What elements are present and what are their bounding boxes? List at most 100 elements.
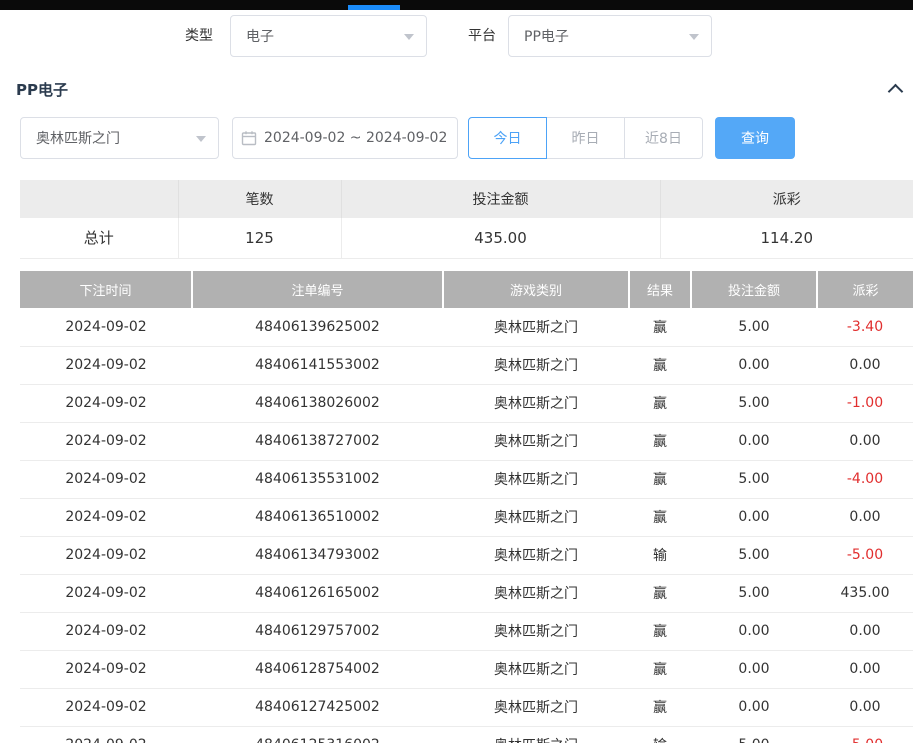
game-category-cell: 奥林匹斯之门 <box>443 688 629 726</box>
order-id-cell: 48406129757002 <box>192 612 443 650</box>
table-row: 2024-09-02 48406138727002 奥林匹斯之门 赢 0.00 … <box>20 422 913 460</box>
bet-time-cell: 2024-09-02 <box>20 460 192 498</box>
bet-amount-cell: 0.00 <box>691 688 817 726</box>
today-button[interactable]: 今日 <box>468 117 547 159</box>
payout-cell: 0.00 <box>817 688 913 726</box>
result-cell: 赢 <box>629 422 691 460</box>
payout-cell: 0.00 <box>817 612 913 650</box>
result-cell: 赢 <box>629 650 691 688</box>
result-cell: 赢 <box>629 498 691 536</box>
order-id-cell: 48406139625002 <box>192 308 443 346</box>
chevron-down-icon <box>196 136 206 142</box>
yesterday-button[interactable]: 昨日 <box>546 117 625 159</box>
game-category-cell: 奥林匹斯之门 <box>443 726 629 743</box>
type-label: 类型 <box>185 28 213 44</box>
result-cell: 赢 <box>629 574 691 612</box>
summary-corner-cell <box>20 180 178 218</box>
payout-cell: 0.00 <box>817 650 913 688</box>
platform-select-value: PP电子 <box>524 26 681 46</box>
game-category-cell: 奥林匹斯之门 <box>443 460 629 498</box>
table-row: 2024-09-02 48406128754002 奥林匹斯之门 赢 0.00 … <box>20 650 913 688</box>
bet-time-cell: 2024-09-02 <box>20 688 192 726</box>
date-range-input[interactable]: 2024-09-02 ~ 2024-09-02 <box>232 117 458 159</box>
table-row: 2024-09-02 48406138026002 奥林匹斯之门 赢 5.00 … <box>20 384 913 422</box>
summary-total-count: 125 <box>178 218 341 258</box>
result-cell: 输 <box>629 726 691 743</box>
bet-table: 下注时间 注单编号 游戏类别 结果 投注金额 派彩 2024-09-02 484… <box>20 271 913 743</box>
summary-col-payout: 派彩 <box>660 180 913 218</box>
bet-time-cell: 2024-09-02 <box>20 574 192 612</box>
bet-amount-cell: 5.00 <box>691 726 817 743</box>
game-select[interactable]: 奥林匹斯之门 <box>20 117 219 159</box>
summary-total-row: 总计 125 435.00 114.20 <box>20 218 913 258</box>
result-cell: 赢 <box>629 460 691 498</box>
order-id-cell: 48406138727002 <box>192 422 443 460</box>
bet-time-cell: 2024-09-02 <box>20 346 192 384</box>
payout-cell: -5.00 <box>817 726 913 743</box>
summary-total-label: 总计 <box>20 218 178 258</box>
bet-time-cell: 2024-09-02 <box>20 308 192 346</box>
result-cell: 赢 <box>629 384 691 422</box>
table-row: 2024-09-02 48406139625002 奥林匹斯之门 赢 5.00 … <box>20 308 913 346</box>
payout-cell: 0.00 <box>817 498 913 536</box>
order-id-cell: 48406126165002 <box>192 574 443 612</box>
bet-amount-cell: 5.00 <box>691 536 817 574</box>
payout-cell: -3.40 <box>817 308 913 346</box>
result-cell: 赢 <box>629 688 691 726</box>
bet-time-cell: 2024-09-02 <box>20 422 192 460</box>
order-id-cell: 48406134793002 <box>192 536 443 574</box>
bet-amount-cell: 5.00 <box>691 384 817 422</box>
type-select[interactable]: 电子 <box>230 15 427 57</box>
date-range-value: 2024-09-02 ~ 2024-09-02 <box>264 130 447 146</box>
payout-cell: 435.00 <box>817 574 913 612</box>
search-button[interactable]: 查询 <box>715 117 795 159</box>
order-id-cell: 48406127425002 <box>192 688 443 726</box>
order-id-cell: 48406125316002 <box>192 726 443 743</box>
result-cell: 输 <box>629 536 691 574</box>
game-category-cell: 奥林匹斯之门 <box>443 536 629 574</box>
col-header-bet-amount: 投注金额 <box>691 271 817 308</box>
bet-amount-cell: 0.00 <box>691 346 817 384</box>
game-select-value: 奥林匹斯之门 <box>36 128 188 148</box>
calendar-icon <box>241 130 257 146</box>
table-row: 2024-09-02 48406129757002 奥林匹斯之门 赢 0.00 … <box>20 612 913 650</box>
payout-cell: -1.00 <box>817 384 913 422</box>
result-cell: 赢 <box>629 612 691 650</box>
game-category-cell: 奥林匹斯之门 <box>443 574 629 612</box>
bet-amount-cell: 5.00 <box>691 308 817 346</box>
top-bar <box>0 0 913 10</box>
quick-date-button-group: 今日 昨日 近8日 <box>468 117 703 159</box>
order-id-cell: 48406136510002 <box>192 498 443 536</box>
bet-amount-cell: 0.00 <box>691 498 817 536</box>
bet-amount-cell: 0.00 <box>691 650 817 688</box>
bet-time-cell: 2024-09-02 <box>20 384 192 422</box>
section-title: PP电子 <box>16 79 68 100</box>
table-row: 2024-09-02 48406127425002 奥林匹斯之门 赢 0.00 … <box>20 688 913 726</box>
active-tab-indicator <box>348 5 400 10</box>
game-category-cell: 奥林匹斯之门 <box>443 384 629 422</box>
bet-time-cell: 2024-09-02 <box>20 726 192 743</box>
col-header-result: 结果 <box>629 271 691 308</box>
summary-table: 笔数 投注金额 派彩 总计 125 435.00 114.20 <box>20 180 913 259</box>
col-header-bet-time: 下注时间 <box>20 271 192 308</box>
chevron-down-icon <box>689 34 699 40</box>
payout-cell: -5.00 <box>817 536 913 574</box>
table-row: 2024-09-02 48406136510002 奥林匹斯之门 赢 0.00 … <box>20 498 913 536</box>
collapse-chevron-icon[interactable] <box>888 84 904 100</box>
bet-amount-cell: 0.00 <box>691 422 817 460</box>
chevron-down-icon <box>404 34 414 40</box>
order-id-cell: 48406141553002 <box>192 346 443 384</box>
order-id-cell: 48406128754002 <box>192 650 443 688</box>
platform-select[interactable]: PP电子 <box>508 15 712 57</box>
bet-time-cell: 2024-09-02 <box>20 536 192 574</box>
table-row: 2024-09-02 48406141553002 奥林匹斯之门 赢 0.00 … <box>20 346 913 384</box>
last8days-button[interactable]: 近8日 <box>624 117 703 159</box>
table-row: 2024-09-02 48406134793002 奥林匹斯之门 输 5.00 … <box>20 536 913 574</box>
type-select-value: 电子 <box>246 26 396 46</box>
table-row: 2024-09-02 48406126165002 奥林匹斯之门 赢 5.00 … <box>20 574 913 612</box>
summary-col-count: 笔数 <box>178 180 341 218</box>
bet-table-body: 2024-09-02 48406139625002 奥林匹斯之门 赢 5.00 … <box>20 308 913 743</box>
order-id-cell: 48406135531002 <box>192 460 443 498</box>
result-cell: 赢 <box>629 308 691 346</box>
table-row: 2024-09-02 48406135531002 奥林匹斯之门 赢 5.00 … <box>20 460 913 498</box>
